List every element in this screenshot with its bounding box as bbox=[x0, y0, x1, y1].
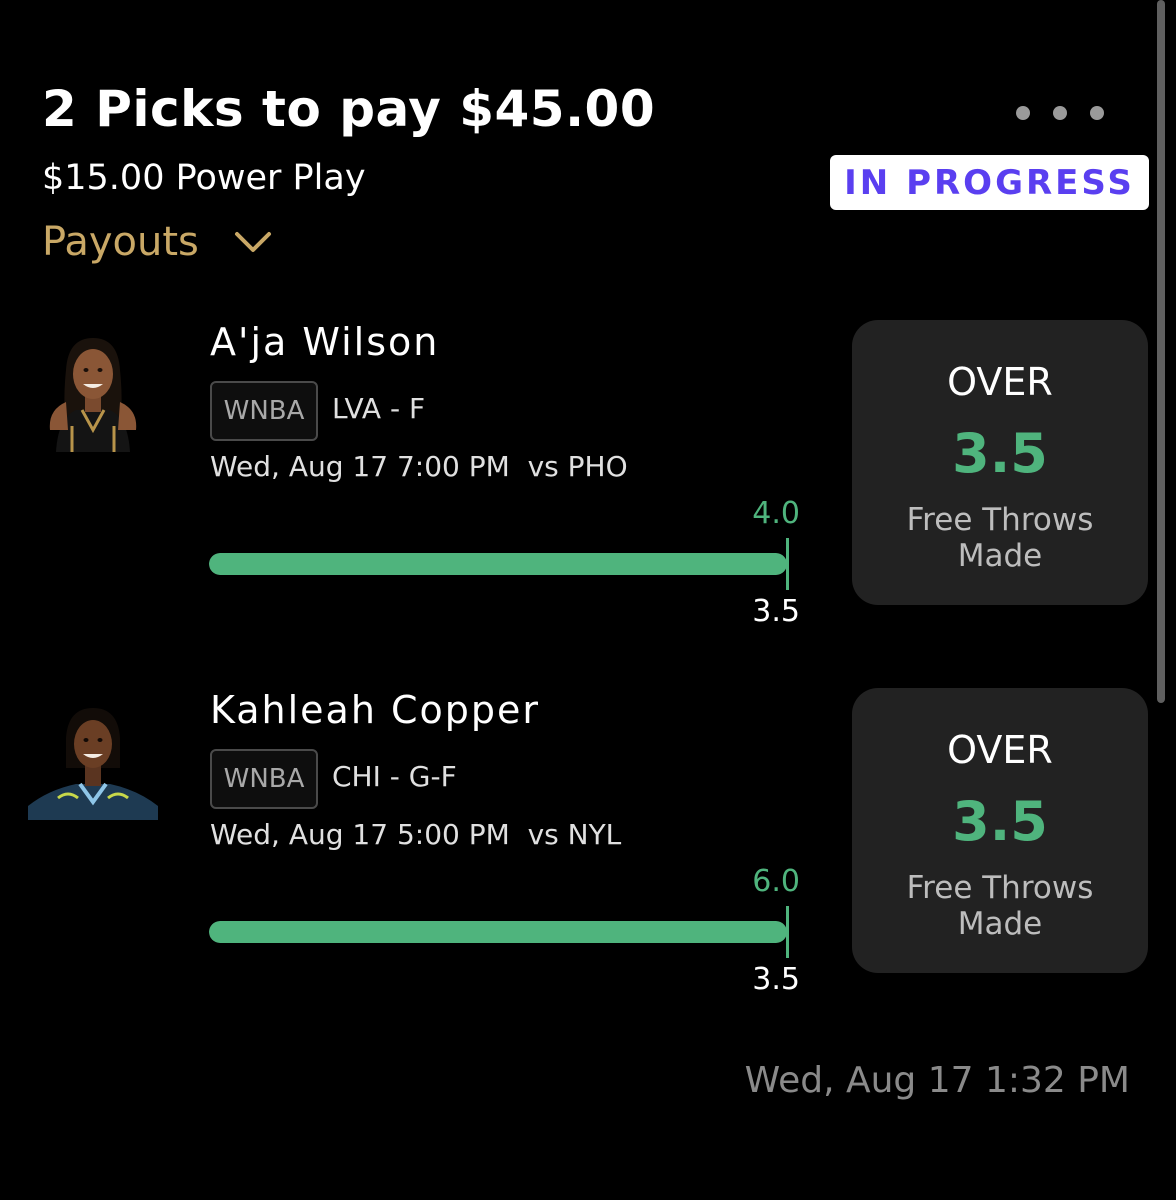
league-tag: WNBA bbox=[210, 381, 318, 441]
player-avatar bbox=[28, 330, 158, 452]
chevron-down-icon bbox=[234, 232, 271, 252]
pick-line: 3.5 bbox=[952, 790, 1048, 853]
pick-direction: OVER bbox=[947, 728, 1053, 772]
line-marker bbox=[786, 906, 789, 958]
current-stat-value: 6.0 bbox=[752, 864, 800, 899]
stat-progress-fill bbox=[209, 553, 787, 575]
player-photo-icon bbox=[28, 708, 158, 820]
stat-progress-bar bbox=[209, 553, 787, 575]
player-photo-icon bbox=[49, 338, 137, 452]
status-badge: IN PROGRESS bbox=[830, 155, 1149, 210]
payouts-label: Payouts bbox=[42, 219, 199, 265]
entry-timestamp: Wed, Aug 17 1:32 PM bbox=[744, 1060, 1130, 1101]
more-dot-icon bbox=[1016, 106, 1030, 120]
stat-progress-bar bbox=[209, 921, 787, 943]
pick-direction: OVER bbox=[947, 360, 1053, 404]
pick-line: 3.5 bbox=[952, 422, 1048, 485]
entry-subtitle: $15.00 Power Play bbox=[42, 158, 366, 198]
more-options-button[interactable] bbox=[1016, 100, 1104, 126]
payouts-toggle[interactable]: Payouts bbox=[42, 214, 273, 270]
league-tag: WNBA bbox=[210, 749, 318, 809]
pick-row: A'ja Wilson WNBA LVA - F Wed, Aug 17 7:0… bbox=[0, 320, 1176, 629]
scrollbar[interactable] bbox=[1157, 0, 1165, 703]
pick-card[interactable]: OVER 3.5 Free Throws Made bbox=[852, 320, 1148, 605]
entry-title: 2 Picks to pay $45.00 bbox=[42, 80, 656, 138]
player-name: A'ja Wilson bbox=[210, 320, 440, 364]
pick-card[interactable]: OVER 3.5 Free Throws Made bbox=[852, 688, 1148, 973]
more-dot-icon bbox=[1090, 106, 1104, 120]
more-dot-icon bbox=[1053, 106, 1067, 120]
stat-progress-fill bbox=[209, 921, 787, 943]
player-name: Kahleah Copper bbox=[210, 688, 541, 732]
team-position: CHI - G-F bbox=[332, 760, 457, 793]
pick-row: Kahleah Copper WNBA CHI - G-F Wed, Aug 1… bbox=[0, 688, 1176, 997]
team-position: LVA - F bbox=[332, 392, 426, 425]
pick-stat: Free Throws Made bbox=[906, 502, 1094, 574]
line-stat-value: 3.5 bbox=[752, 962, 800, 997]
entry-screen: 2 Picks to pay $45.00 $15.00 Power Play … bbox=[0, 0, 1176, 1200]
player-avatar bbox=[28, 698, 158, 820]
game-time: Wed, Aug 17 5:00 PM vs NYL bbox=[210, 818, 622, 851]
line-stat-value: 3.5 bbox=[752, 594, 800, 629]
game-time: Wed, Aug 17 7:00 PM vs PHO bbox=[210, 450, 628, 483]
line-marker bbox=[786, 538, 789, 590]
current-stat-value: 4.0 bbox=[752, 496, 800, 531]
pick-stat: Free Throws Made bbox=[906, 870, 1094, 942]
